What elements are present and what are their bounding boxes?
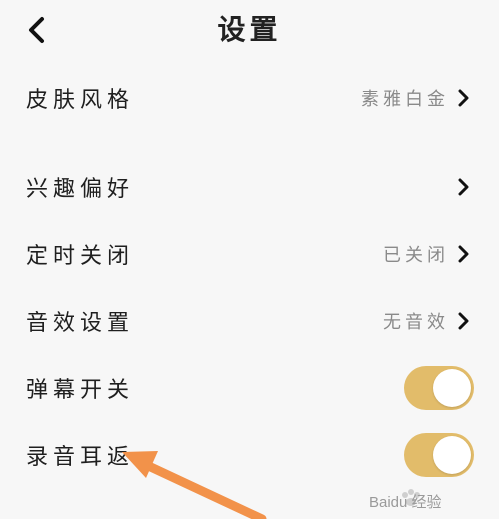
ear-return-toggle[interactable] [404, 433, 474, 477]
chevron-right-icon [458, 245, 469, 263]
danmaku-toggle[interactable] [404, 366, 474, 410]
page-title: 设置 [217, 13, 282, 46]
setting-label: 定时关闭 [26, 244, 135, 269]
setting-row-danmaku: 弹幕开关 [0, 358, 499, 418]
chevron-right-icon [458, 178, 469, 196]
setting-row-interests[interactable]: 兴趣偏好 [0, 157, 499, 217]
chevron-right-icon [458, 89, 469, 107]
chevron-right-icon [458, 312, 469, 330]
toggle-knob [433, 369, 471, 407]
baidu-jingyan-logo: Baidu 经验 [369, 489, 442, 511]
setting-label: 音效设置 [26, 311, 135, 336]
setting-label: 皮肤风格 [26, 88, 135, 113]
top-bar: 设置 [0, 0, 499, 62]
toggle-knob [433, 436, 471, 474]
setting-row-sound-effects[interactable]: 音效设置 无音效 [0, 291, 499, 351]
setting-row-skin-style[interactable]: 皮肤风格 素雅白金 [0, 68, 499, 128]
setting-row-sleep-timer[interactable]: 定时关闭 已关闭 [0, 224, 499, 284]
setting-row-ear-return: 录音耳返 [0, 425, 499, 485]
setting-label: 弹幕开关 [26, 378, 135, 403]
setting-value: 已关闭 [383, 245, 449, 266]
setting-label: 录音耳返 [26, 445, 135, 470]
watermark: Baidu 经验 [367, 485, 479, 515]
setting-value: 无音效 [383, 312, 449, 333]
setting-value: 素雅白金 [361, 89, 449, 110]
setting-label: 兴趣偏好 [26, 177, 135, 202]
watermark-text: Baidu 经验 [369, 494, 442, 511]
